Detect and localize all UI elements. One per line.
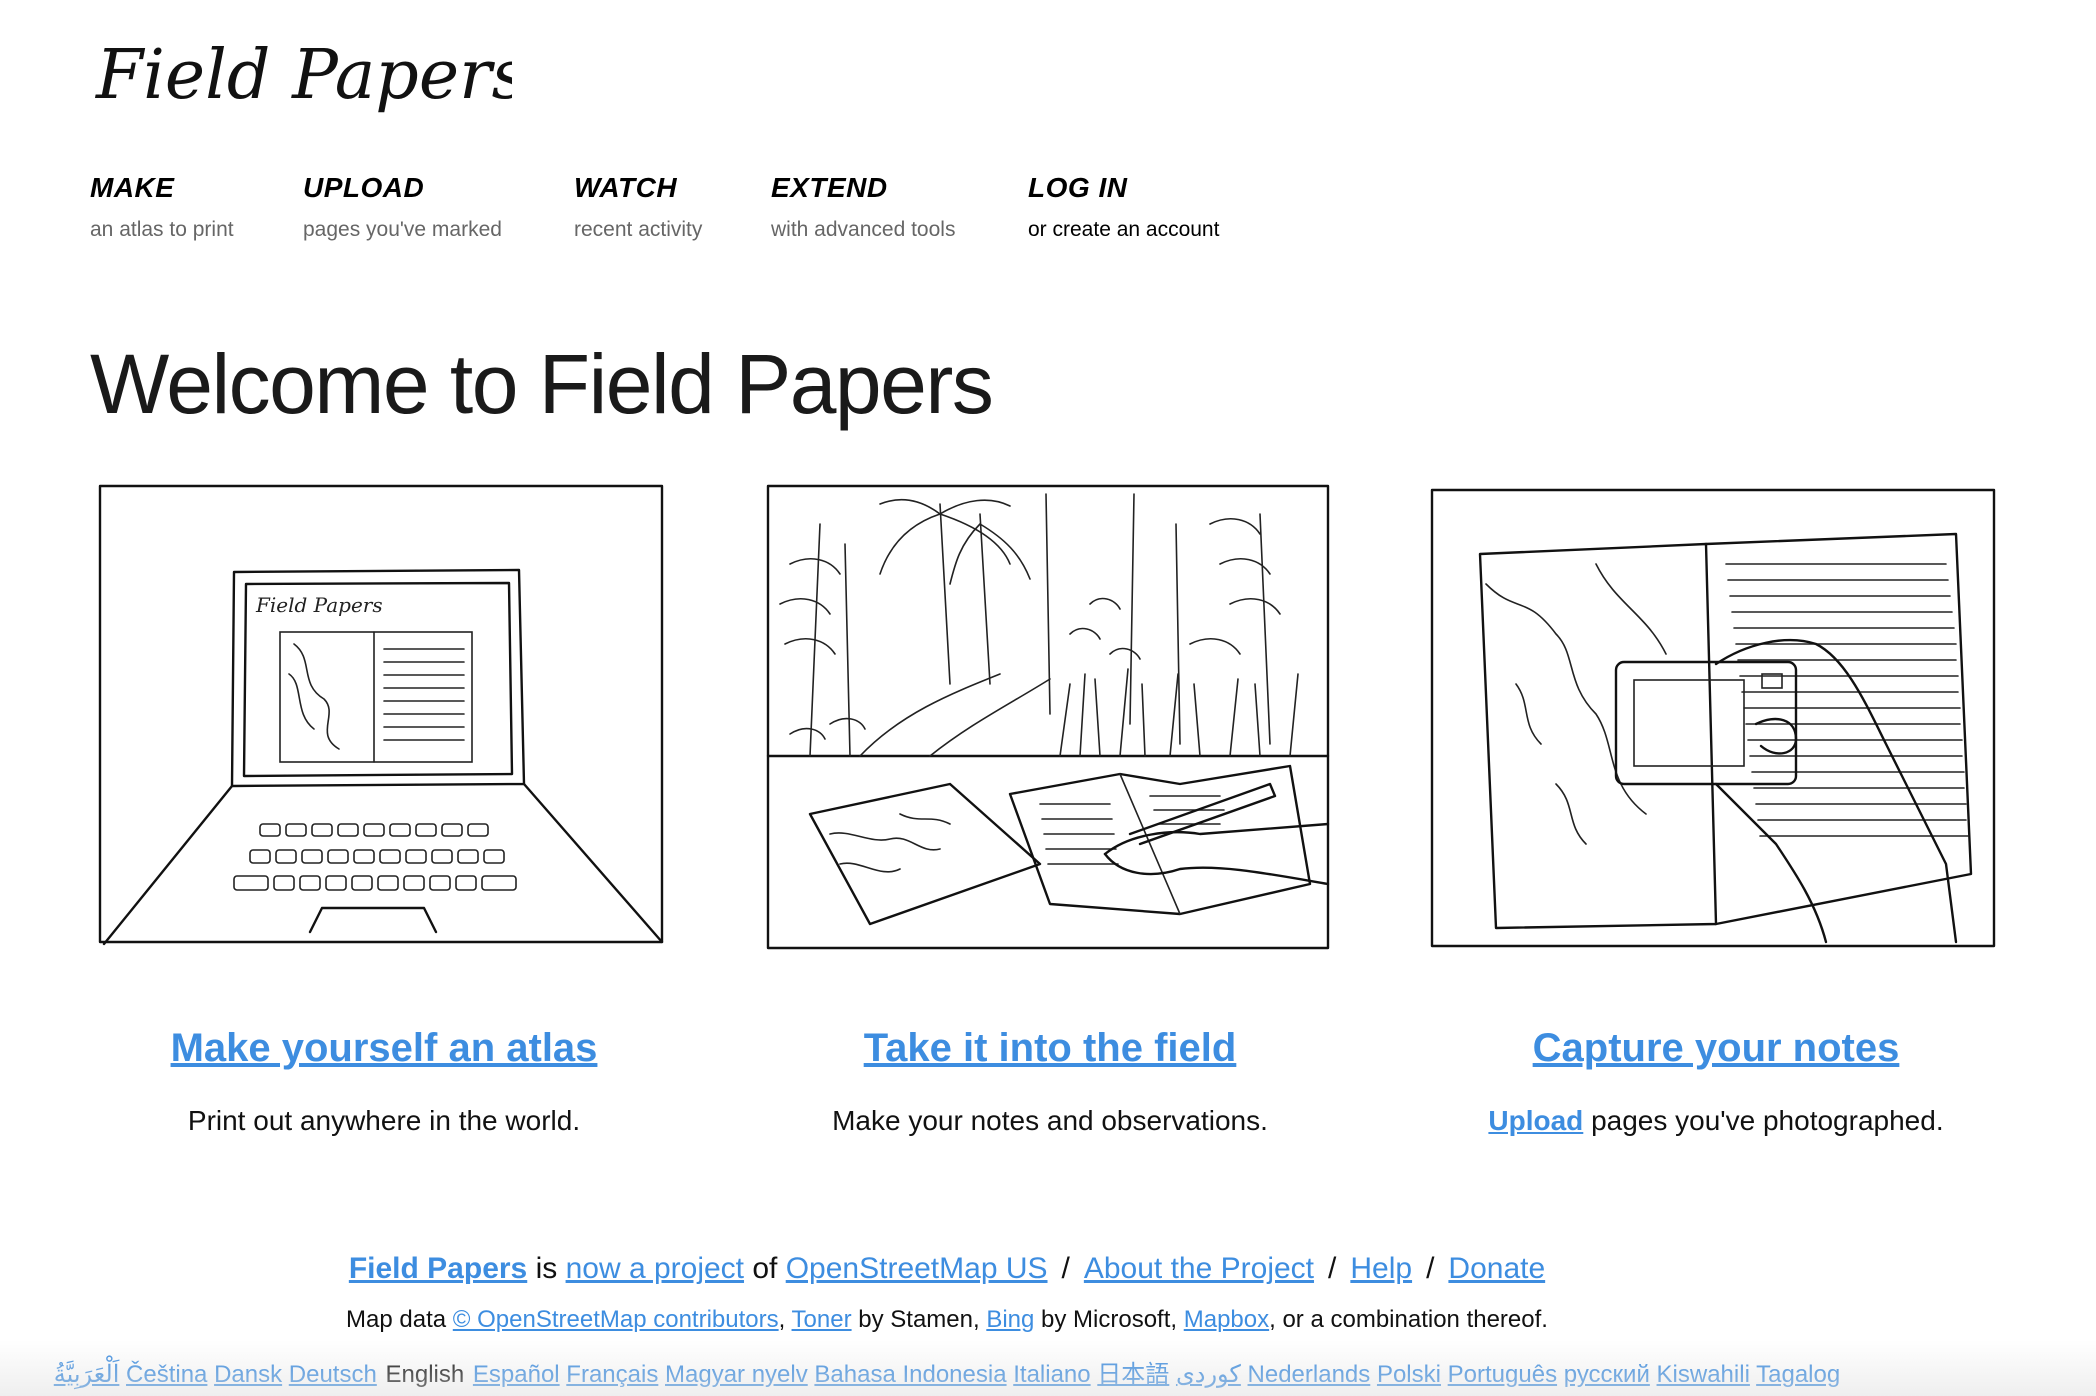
language-link[interactable]: Español — [473, 1361, 560, 1388]
footer-osmus-link[interactable]: OpenStreetMap US — [786, 1252, 1048, 1285]
language-link[interactable]: Nederlands — [1248, 1361, 1371, 1388]
footer-of-text: of — [744, 1252, 786, 1285]
field-sketch-illustration — [766, 484, 1330, 950]
footer-field-papers-link[interactable]: Field Papers — [349, 1252, 527, 1285]
capture-description: Upload pages you've photographed. — [1416, 1105, 2016, 1137]
upload-link[interactable]: Upload — [1488, 1105, 1583, 1136]
map-data-suffix: , or a combination thereof. — [1269, 1306, 1548, 1333]
nav-login[interactable]: LOG IN or create an account — [1028, 172, 1268, 242]
nav-upload-title: UPLOAD — [303, 172, 425, 203]
make-atlas-link[interactable]: Make yourself an atlas — [84, 1026, 684, 1071]
by-microsoft-text: by Microsoft, — [1034, 1306, 1184, 1333]
footer-separator: / — [1328, 1252, 1337, 1285]
make-atlas-link-text[interactable]: Make yourself an atlas — [171, 1026, 598, 1070]
language-link[interactable]: Bahasa Indonesia — [814, 1361, 1006, 1388]
language-link[interactable]: Čeština — [126, 1361, 207, 1388]
footer-is-text: is — [527, 1252, 566, 1285]
feature-capture: Capture your notes Upload pages you've p… — [1416, 484, 2016, 1137]
nav-extend-title: EXTEND — [771, 172, 888, 203]
field-papers-logo[interactable]: Field Papers — [92, 20, 512, 150]
laptop-screen-text: Field Papers — [255, 593, 383, 617]
footer-separator: / — [1426, 1252, 1435, 1285]
feature-make-atlas: Field Papers Make yourself an atlas Prin… — [84, 484, 684, 1137]
capture-link-text[interactable]: Capture your notes — [1533, 1026, 1900, 1070]
nav-make[interactable]: MAKE an atlas to print — [90, 172, 303, 242]
language-link[interactable]: Kiswahili — [1657, 1361, 1750, 1388]
language-link[interactable]: Português — [1448, 1361, 1557, 1388]
nav-make-title: MAKE — [90, 172, 175, 203]
map-data-comma: , — [778, 1306, 792, 1333]
bing-link[interactable]: Bing — [986, 1306, 1034, 1333]
nav-login-subtitle: or create an account — [1028, 218, 1220, 241]
map-data-prefix: Map data — [346, 1306, 453, 1333]
feature-field: Take it into the field Make your notes a… — [750, 484, 1350, 1137]
footer-donate-link[interactable]: Donate — [1448, 1252, 1545, 1285]
laptop-sketch-illustration: Field Papers — [98, 484, 664, 946]
nav-extend[interactable]: EXTEND with advanced tools — [771, 172, 1028, 242]
language-selector: اَلْعَرَبِيَّةُ Čeština Dansk Deutsch En… — [0, 1354, 1894, 1389]
page-title: Welcome to Field Papers — [90, 337, 994, 431]
nav-upload-subtitle: pages you've marked — [303, 218, 502, 241]
language-link[interactable]: Italiano — [1013, 1361, 1090, 1388]
nav-make-subtitle: an atlas to print — [90, 218, 234, 241]
language-link[interactable]: کوردی — [1176, 1361, 1241, 1388]
nav-watch[interactable]: WATCH recent activity — [574, 172, 771, 242]
footer-separator: / — [1061, 1252, 1070, 1285]
main-nav: MAKE an atlas to print UPLOAD pages you'… — [90, 172, 1268, 242]
by-stamen-text: by Stamen, — [851, 1306, 987, 1333]
language-link: English — [385, 1361, 465, 1388]
language-link[interactable]: اَلْعَرَبِيَّةُ — [54, 1361, 120, 1388]
osm-contributors-link[interactable]: © OpenStreetMap contributors — [453, 1306, 779, 1333]
footer-project-line: Field Papers is now a project of OpenStr… — [0, 1252, 1894, 1286]
language-link[interactable]: Français — [566, 1361, 658, 1388]
footer-about-link[interactable]: About the Project — [1084, 1252, 1314, 1285]
nav-extend-subtitle: with advanced tools — [771, 218, 956, 241]
footer-map-data-line: Map data © OpenStreetMap contributors, T… — [0, 1306, 1894, 1334]
language-link[interactable]: Deutsch — [289, 1361, 377, 1388]
camera-sketch-illustration — [1430, 488, 1996, 948]
toner-link[interactable]: Toner — [792, 1306, 852, 1333]
footer-now-a-project-link[interactable]: now a project — [566, 1252, 744, 1285]
nav-login-title: LOG IN — [1028, 172, 1128, 203]
language-link[interactable]: Magyar nyelv — [665, 1361, 808, 1388]
logo-text: Field Papers — [94, 36, 512, 115]
nav-upload[interactable]: UPLOAD pages you've marked — [303, 172, 574, 242]
capture-description-text: pages you've photographed. — [1583, 1105, 1944, 1136]
field-link-text[interactable]: Take it into the field — [864, 1026, 1237, 1070]
language-link[interactable]: Tagalog — [1756, 1361, 1840, 1388]
field-link[interactable]: Take it into the field — [750, 1026, 1350, 1071]
capture-link[interactable]: Capture your notes — [1416, 1026, 2016, 1071]
footer-help-link[interactable]: Help — [1350, 1252, 1412, 1285]
nav-watch-title: WATCH — [574, 172, 678, 203]
nav-watch-subtitle: recent activity — [574, 218, 703, 241]
language-link[interactable]: русский — [1564, 1361, 1650, 1388]
language-link[interactable]: Dansk — [214, 1361, 282, 1388]
mapbox-link[interactable]: Mapbox — [1184, 1306, 1269, 1333]
language-link[interactable]: 日本語 — [1097, 1361, 1169, 1388]
language-link[interactable]: Polski — [1377, 1361, 1441, 1388]
field-description: Make your notes and observations. — [832, 1105, 1268, 1136]
make-atlas-description: Print out anywhere in the world. — [187, 1105, 581, 1136]
